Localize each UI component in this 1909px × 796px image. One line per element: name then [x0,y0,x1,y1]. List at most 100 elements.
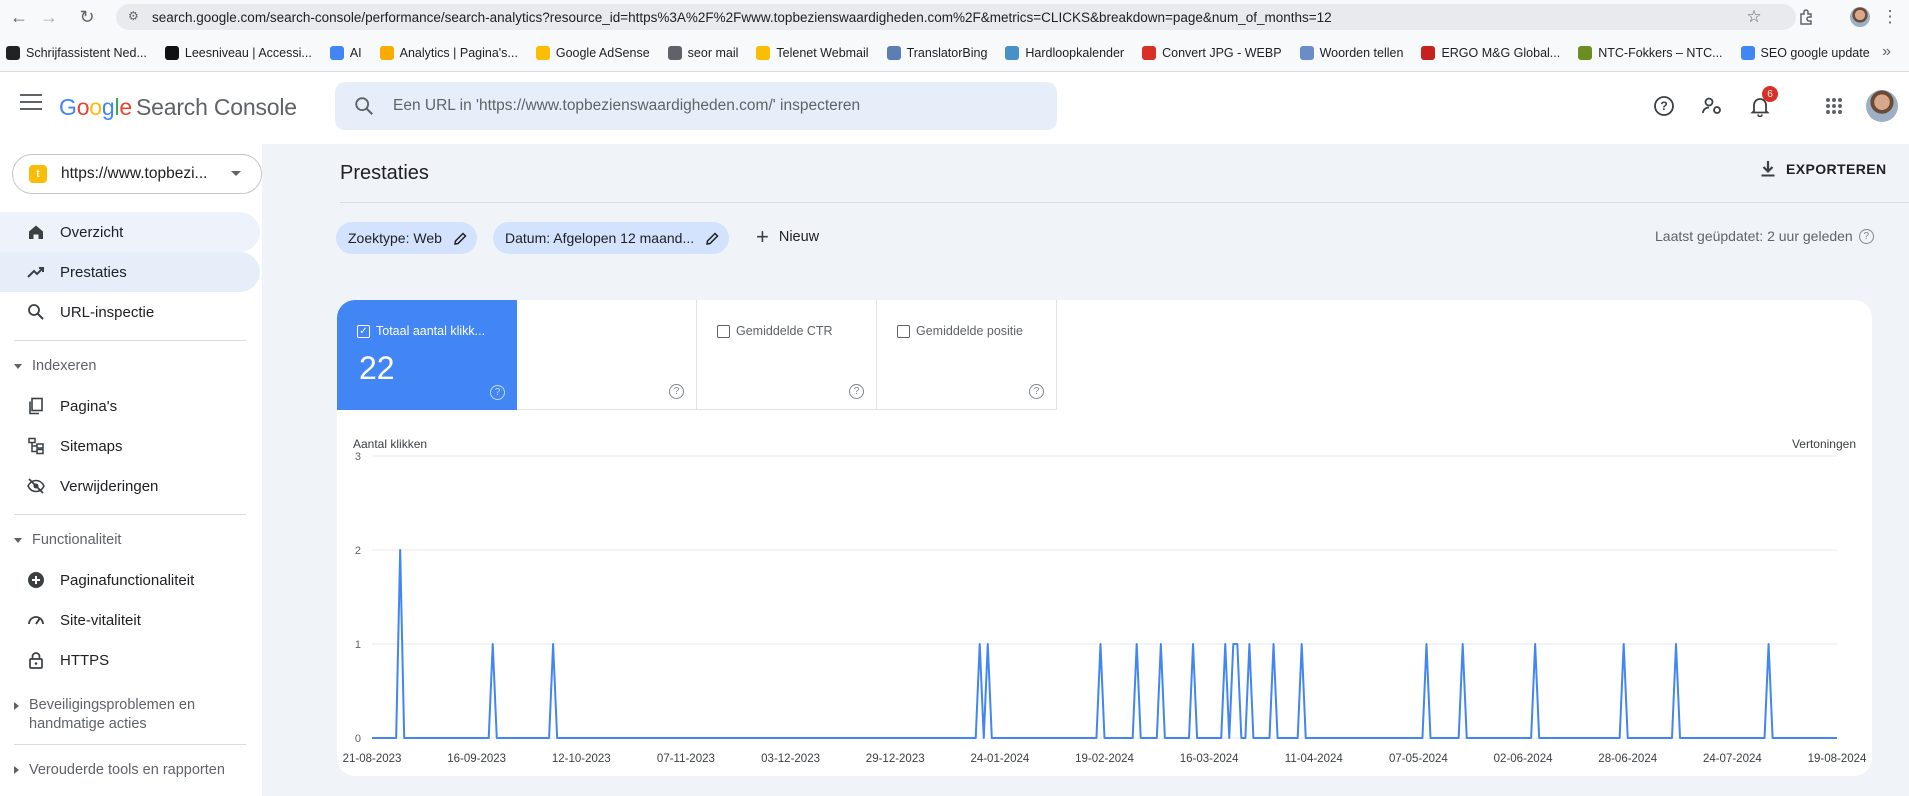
x-tick-label: 16-09-2023 [447,753,506,765]
edit-icon[interactable] [706,231,719,245]
back-icon[interactable]: ← [4,0,34,34]
sidebar-item-label: URL-inspectie [60,303,155,321]
sidebar-item-label: Verwijderingen [60,477,159,495]
bookmark-favicon-icon [1578,45,1593,60]
export-button[interactable]: EXPORTEREN [1760,160,1886,178]
bookmark-item[interactable]: Telenet Webmail [756,45,869,60]
search-type-filter-chip[interactable]: Zoektype: Web [336,222,477,254]
notifications-icon[interactable]: 6 [1746,86,1778,120]
checkbox-icon[interactable] [717,324,730,338]
product-name: Search Console [136,94,297,120]
sidebar-item-pages[interactable]: Pagina's [0,386,260,426]
bookmark-label: Google AdSense [555,45,650,60]
edit-icon[interactable] [453,231,467,245]
help-icon[interactable]: ? [1029,384,1044,399]
metric-label: Gemiddelde positie [916,324,1024,338]
help-icon[interactable]: ? [1650,92,1678,120]
bookmark-item[interactable]: Analytics | Pagina's... [379,45,518,60]
forward-icon[interactable]: → [34,0,64,34]
x-tick-label: 28-06-2024 [1598,753,1657,765]
bookmark-label: SEO google update [1760,45,1870,60]
chevron-down-icon [14,363,22,369]
sidebar-item-removals[interactable]: Verwijderingen [0,466,260,506]
bookmark-item[interactable]: Schrijfassistent Ned... [6,45,147,60]
bookmark-star-icon[interactable]: ☆ [1742,0,1766,34]
header-divider [340,202,1909,203]
checkbox-icon[interactable] [897,324,910,338]
help-icon[interactable]: ? [490,385,505,400]
sidebar-item-https[interactable]: HTTPS [0,640,260,680]
extensions-icon[interactable] [1794,0,1818,34]
sidebar-item-url-inspection[interactable]: URL-inspectie [0,292,260,332]
chevron-down-icon [231,171,241,176]
x-tick-label: 24-01-2024 [970,753,1029,765]
sidebar-item-sitemaps[interactable]: Sitemaps [0,426,260,466]
bookmark-label: ERGO M&G Global... [1441,45,1561,60]
reload-icon[interactable]: ↻ [72,0,102,34]
date-filter-chip[interactable]: Datum: Afgelopen 12 maand... [493,222,730,254]
sidebar-section-security[interactable]: Beveiligingsproblemen en handmatige acti… [14,696,244,734]
sidebar-section-indexing[interactable]: Indexeren [14,358,97,374]
sidebar-item-overview[interactable]: Overzicht [0,212,260,252]
bookmark-item[interactable]: Woorden tellen [1299,45,1404,60]
x-tick-label: 19-08-2024 [1808,753,1867,765]
bookmark-item[interactable]: seor mail [667,45,738,60]
apps-grid-icon[interactable] [1820,92,1848,120]
bookmark-item[interactable]: Google AdSense [535,45,650,60]
export-label: EXPORTEREN [1786,161,1887,177]
main-content: Prestaties EXPORTEREN Zoektype: Web Datu… [262,144,1909,796]
sidebar-item-label: Site-vitaliteit [60,611,141,629]
metric-label: Totaal aantal klikk... [376,324,486,338]
browser-menu-icon[interactable]: ⋮ [1878,0,1902,34]
sidebar-item-label: Pagina's [60,397,118,415]
metric-average-ctr[interactable]: Gemiddelde CTR ? [697,300,877,410]
bookmark-item[interactable]: ERGO M&G Global... [1421,45,1561,60]
checkbox-checked-icon[interactable]: ✓ [357,324,370,338]
sidebar-item-page-features[interactable]: Paginafunctionaliteit [0,560,260,600]
bookmark-label: Woorden tellen [1319,45,1404,60]
bookmark-item[interactable]: Leesniveau | Accessi... [164,45,312,60]
sidebar-section-features[interactable]: Functionaliteit [14,532,121,548]
y-tick-label: 0 [355,733,361,745]
metric-average-position[interactable]: Gemiddelde positie ? [877,300,1057,410]
bookmark-item[interactable]: Hardloopkalender [1005,45,1124,60]
property-selector[interactable]: t https://www.topbezi... [12,154,262,194]
account-avatar[interactable] [1866,90,1898,122]
metric-total-clicks[interactable]: ✓ Totaal aantal klikk... 22 ? [337,300,517,410]
new-filter-button[interactable]: + Nieuw [756,226,819,248]
bookmark-label: Convert JPG - WEBP [1162,45,1282,60]
bookmark-item[interactable]: AI [329,45,362,60]
site-settings-icon[interactable]: ⚙ [128,9,142,23]
help-icon[interactable]: ? [669,384,684,399]
search-console-logo[interactable]: Google Search Console [59,94,297,121]
bookmark-favicon-icon [1005,45,1020,60]
main-menu-icon[interactable] [20,94,42,112]
bookmark-label: AI [349,45,362,60]
address-bar[interactable]: ⚙ search.google.com/search-console/perfo… [116,4,1796,30]
more-bookmarks-icon[interactable]: » [1882,43,1891,61]
metric-label: Gemiddelde CTR [736,324,833,338]
sidebar-item-label: Paginafunctionaliteit [60,571,195,589]
sidebar-section-legacy[interactable]: Verouderde tools en rapporten [14,762,225,778]
bookmark-item[interactable]: NTC-Fokkers – NTC... [1578,45,1723,60]
user-settings-icon[interactable] [1698,92,1726,120]
bookmark-item[interactable]: Convert JPG - WEBP [1142,45,1282,60]
browser-toolbar: ← → ↻ ⚙ search.google.com/search-console… [0,0,1909,34]
home-icon [26,222,46,242]
url-inspection-search[interactable] [335,82,1057,130]
help-icon[interactable]: ? [849,384,864,399]
profile-avatar-icon[interactable] [1848,0,1872,34]
bookmark-item[interactable]: TranslatorBing [886,45,987,60]
sidebar-divider [14,514,246,515]
bookmark-favicon-icon [1142,45,1157,60]
bookmark-item[interactable]: SEO google update [1740,45,1870,60]
url-inspection-input[interactable] [393,97,993,115]
chevron-right-icon [14,702,19,710]
help-icon[interactable]: ? [1858,228,1874,244]
y-tick-label: 3 [355,451,361,463]
bookmark-favicon-icon [164,45,179,60]
metric-impressions[interactable]: ? [517,300,697,410]
sidebar-item-performance[interactable]: Prestaties [0,252,260,292]
sidebar-item-site-vitals[interactable]: Site-vitaliteit [0,600,260,640]
url-text: search.google.com/search-console/perform… [152,9,1332,25]
